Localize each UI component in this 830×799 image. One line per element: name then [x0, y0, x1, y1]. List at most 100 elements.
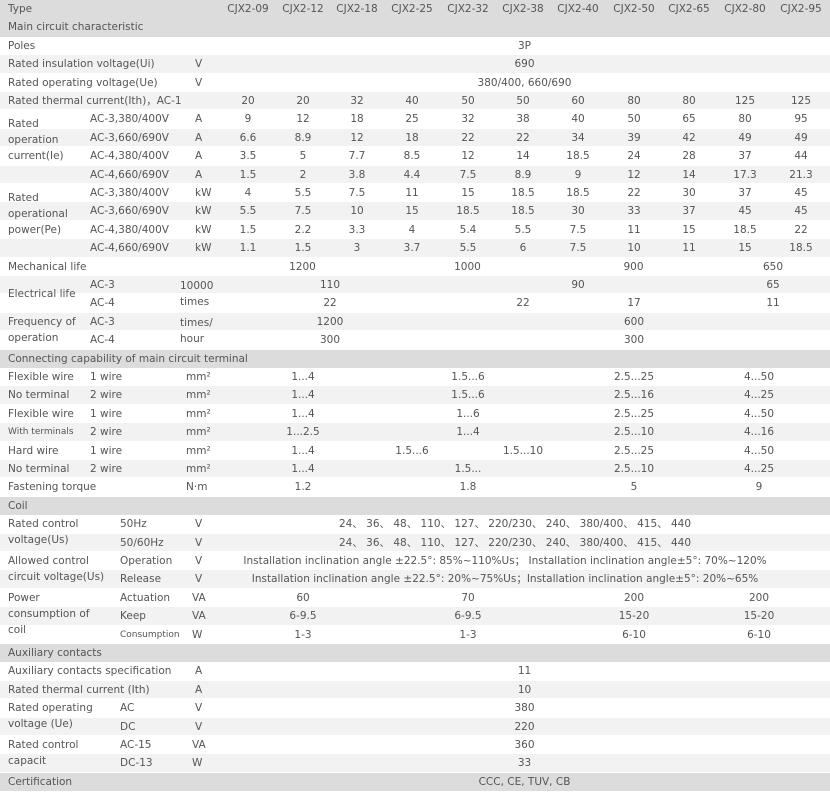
row-label: Flexible wire [8, 407, 74, 420]
cell-value: 8.9 [294, 131, 312, 144]
cell-value: 39 [627, 131, 641, 144]
cell-value: 2.5...10 [613, 463, 655, 475]
unit: A [195, 168, 203, 181]
unit: A [195, 150, 203, 163]
spec-row [0, 294, 830, 313]
cell-value: 15 [405, 205, 419, 218]
cell-value: 1.5...6 [451, 371, 485, 383]
cell-value: 12 [350, 131, 364, 144]
cell-value: 380/400, 660/690 [477, 76, 572, 89]
row-label: With terminals [8, 427, 74, 438]
unit: A [195, 683, 203, 696]
cell-value: 22 [794, 223, 808, 236]
model-header: CJX2-32 [447, 3, 489, 15]
cell-value: 3.8 [348, 168, 366, 181]
cell-value: 15 [461, 187, 475, 199]
cell-value: 1...4 [291, 407, 315, 420]
cell-value: 1.5...6 [395, 444, 429, 457]
cell-value: 200 [623, 591, 645, 604]
category: Actuation [120, 591, 171, 604]
cell-value: 6-9.5 [289, 610, 317, 623]
cell-value: Installation inclination angle ±22.5°: 8… [243, 555, 767, 567]
cell-value: 24、 36、 48、 110、 127、 220/230、 240、 380/… [338, 536, 692, 549]
cell-value: 5.5 [239, 205, 257, 218]
cell-value: 6.6 [239, 131, 257, 144]
cell-value: 4...50 [743, 407, 775, 420]
cell-value: 33 [517, 757, 532, 770]
category: 1 wire [90, 371, 123, 383]
unit: A [195, 113, 203, 126]
group-label: Rated operation current(Ie) [8, 118, 64, 163]
cell-value: 2 [299, 168, 307, 181]
unit: kW [195, 223, 212, 236]
cell-value: 9 [244, 113, 252, 126]
spec-row [0, 386, 830, 405]
section-title: Certification [8, 775, 73, 788]
cell-value: 28 [682, 150, 696, 163]
cell-value: 2.5...25 [613, 407, 655, 420]
group-label: Rated operational power(Pe) [8, 192, 68, 236]
cell-value: 30 [571, 205, 585, 218]
cell-value: 20 [241, 95, 255, 107]
cell-value: 50 [627, 113, 641, 126]
cell-value: 24、 36、 48、 110、 127、 220/230、 240、 380/… [338, 518, 692, 531]
cell-value: 5 [299, 150, 307, 163]
cell-value: 40 [571, 113, 585, 126]
cell-value: 3.5 [239, 150, 257, 163]
row-label: Poles [8, 39, 36, 52]
unit: V [195, 58, 203, 71]
cell-value: 15 [738, 242, 752, 255]
spec-row [0, 423, 830, 442]
cell-value: 49 [794, 131, 808, 144]
unit: kW [195, 242, 212, 255]
category: AC-4 [90, 334, 115, 347]
cell-value: 18 [350, 113, 364, 126]
cell-value: 2.2 [294, 223, 312, 236]
cell-value: 4 [244, 187, 252, 199]
group-label: Allowed control circuit voltage(Us) [8, 555, 105, 583]
spec-row [0, 368, 830, 387]
category: DC [120, 720, 136, 733]
cell-value: 22 [516, 131, 530, 144]
cell-value: 14 [682, 168, 696, 181]
cell-value: 10 [517, 683, 532, 696]
cell-value: 25 [405, 113, 419, 126]
cell-value: 1.2 [294, 481, 312, 494]
cell-value: 21.3 [789, 168, 813, 181]
spec-row [0, 276, 830, 295]
cell-value: 4...50 [743, 444, 775, 457]
type-label: Type [8, 3, 33, 15]
unit: V [195, 555, 203, 567]
cell-value: 3.3 [348, 223, 366, 236]
cell-value: 22 [461, 131, 475, 144]
cell-value: 40 [405, 95, 419, 107]
category: AC [120, 702, 135, 715]
group-label: Rated control voltage(Us) [8, 518, 79, 547]
cell-value: 34 [571, 131, 585, 144]
cell-value: 2.5...10 [613, 426, 655, 439]
category: 1 wire [90, 407, 123, 420]
cell-value: 11 [682, 242, 696, 255]
model-header: CJX2-18 [336, 3, 378, 15]
spec-row [0, 312, 830, 332]
section-title: Connecting capability of main circuit te… [8, 352, 248, 365]
category: AC-3 [90, 279, 115, 291]
cell-value: 8.5 [403, 150, 421, 163]
cell-value: 1...4 [456, 426, 480, 439]
cell-value: 6-10 [622, 628, 646, 641]
cell-value: 44 [794, 150, 808, 163]
unit: mm² [186, 444, 211, 457]
unit: A [195, 665, 203, 678]
cell-value: 18.5 [511, 205, 535, 218]
unit: W [192, 757, 203, 770]
cell-value: 17 [627, 297, 641, 310]
group-label: Rated operating voltage (Ue) [8, 702, 93, 731]
spec-row [0, 405, 830, 424]
unit: A [195, 131, 203, 144]
cell-value: 7.5 [294, 205, 312, 218]
cell-value: 37 [738, 187, 752, 199]
cell-value: 5.5 [459, 242, 477, 255]
cell-value: 18.5 [789, 242, 813, 255]
cell-value: 5 [630, 481, 638, 494]
cell-value: 3P [517, 39, 531, 52]
